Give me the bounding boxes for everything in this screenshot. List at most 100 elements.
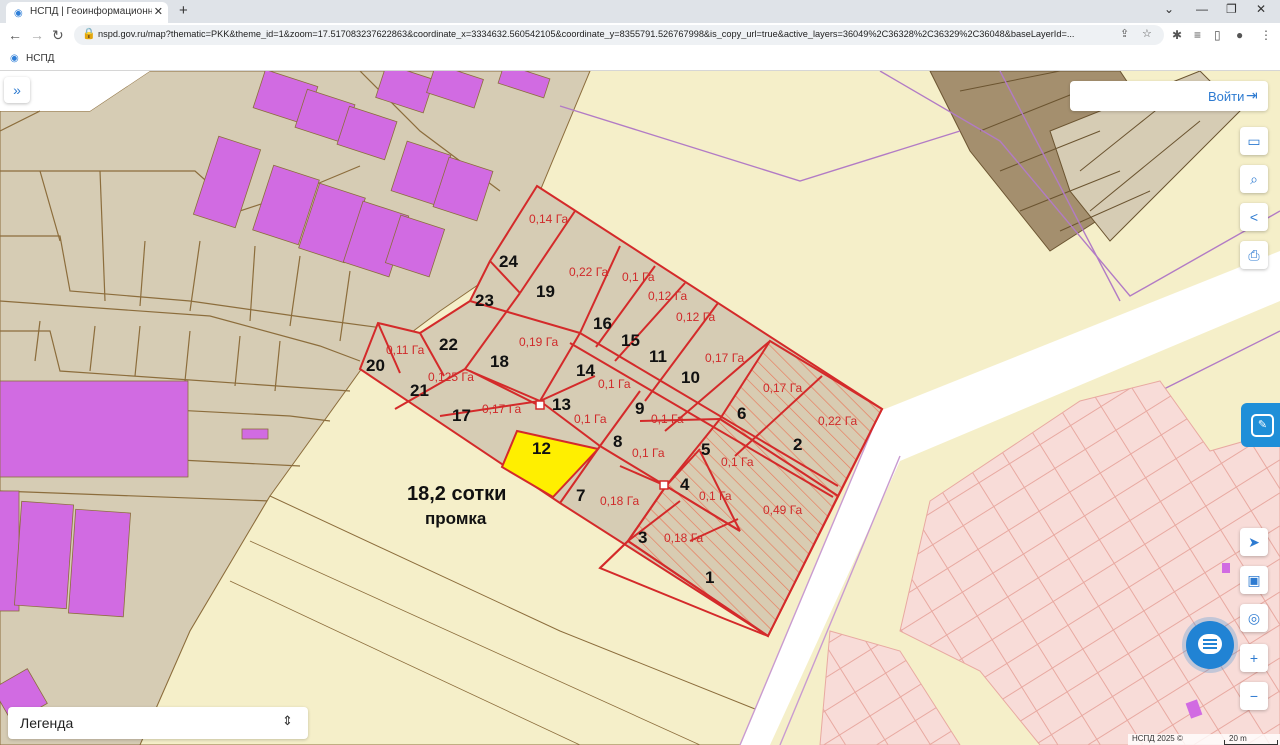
expand-panel-button[interactable]: »	[4, 77, 30, 103]
lot-subtitle: промка	[425, 509, 487, 528]
area-label-3: 0,18 Га	[664, 531, 704, 545]
scale-bar	[1224, 740, 1278, 745]
area-label-16: 0,1 Га	[622, 270, 655, 284]
browser-tabbar: ◉ НСПД | Геоинформационный п ✕ + ⌄ — ❐ ✕	[0, 0, 1280, 23]
parcel-label-13: 13	[552, 395, 571, 414]
parcel-label-10: 10	[681, 368, 700, 387]
close-window-icon[interactable]: ✕	[1256, 2, 1266, 16]
extensions-icon[interactable]: ✱	[1172, 28, 1182, 42]
parcel-label-6: 6	[737, 404, 746, 423]
attribution-text: НСПД 2025 ©	[1132, 734, 1183, 743]
share-page-icon[interactable]: ⇪	[1120, 27, 1129, 40]
parcel-label-18: 18	[490, 352, 509, 371]
area-label-5: 0,1 Га	[721, 455, 754, 469]
bookmark-nspd[interactable]: НСПД	[26, 53, 54, 64]
parcel-label-16: 16	[593, 314, 612, 333]
tab-close-icon[interactable]: ✕	[154, 5, 163, 18]
parcel-label-24: 24	[499, 252, 518, 271]
double-chevron-right-icon: »	[13, 82, 21, 98]
lot-title: 18,2 сотки	[407, 483, 506, 505]
legend-label: Легенда	[20, 715, 74, 731]
area-label-19: 0,22 Га	[569, 265, 609, 279]
zoom-in-button[interactable]: +	[1240, 644, 1268, 672]
side-panel-icon[interactable]: ▯	[1214, 28, 1221, 42]
area-label-8: 0,1 Га	[632, 446, 665, 460]
search-area-button[interactable]: ⌕	[1240, 165, 1268, 193]
parcel-label-7: 7	[576, 486, 585, 505]
bookmarks-bar: ◉ НСПД	[0, 48, 1280, 71]
area-label-6: 0,17 Га	[763, 381, 803, 395]
parcel-label-12: 12	[532, 439, 551, 458]
parcel-label-22: 22	[439, 335, 458, 354]
map-svg: 1 2 3 4 5 6 7 8 9 10 11 12 13 14 15 16 1…	[0, 71, 1280, 745]
ruler-button[interactable]: ▭	[1240, 127, 1268, 155]
print-icon: ⎙	[1248, 247, 1260, 263]
feedback-icon: ✎	[1251, 414, 1274, 437]
browser-tab[interactable]: ◉ НСПД | Геоинформационный п ✕	[6, 2, 168, 23]
parcel-label-21: 21	[410, 381, 429, 400]
area-label-4: 0,1 Га	[699, 489, 732, 503]
nspd-bookmark-icon: ◉	[10, 53, 19, 64]
area-label-9: 0,1 Га	[651, 412, 684, 426]
map-attribution: НСПД 2025 © 20 m	[1128, 734, 1280, 745]
bookmark-star-icon[interactable]: ☆	[1142, 27, 1152, 40]
minus-icon: −	[1249, 688, 1259, 704]
parcel-label-11: 11	[649, 347, 667, 366]
parcel-label-2: 2	[793, 435, 802, 454]
parcel-label-20: 20	[366, 356, 385, 375]
marker-node	[535, 400, 545, 410]
sign-in-icon: ⇥	[1246, 87, 1258, 103]
login-label: Войти	[1208, 89, 1245, 104]
layers-icon: ▣	[1247, 572, 1261, 588]
lock-icon: 🔒	[82, 28, 96, 40]
parcel-label-23: 23	[475, 291, 494, 310]
area-label-13: 0,1 Га	[574, 412, 607, 426]
restore-icon[interactable]: ❐	[1226, 2, 1237, 16]
area-label-14: 0,1 Га	[598, 377, 631, 391]
area-label-11: 0,12 Га	[676, 310, 716, 324]
chat-button[interactable]	[1186, 621, 1234, 669]
marker-node-2	[659, 480, 669, 490]
back-icon[interactable]: ←	[8, 27, 22, 43]
area-label-20: 0,11 Га	[386, 343, 425, 357]
feedback-tab[interactable]: ✎	[1241, 403, 1280, 447]
legend-dropdown[interactable]: Легенда ⇕	[8, 707, 308, 739]
ruler-icon: ▭	[1247, 133, 1261, 149]
print-button[interactable]: ⎙	[1240, 241, 1268, 269]
minimize-icon[interactable]: —	[1196, 2, 1208, 16]
map-canvas[interactable]: 1 2 3 4 5 6 7 8 9 10 11 12 13 14 15 16 1…	[0, 71, 1280, 745]
parcel-label-1: 1	[705, 568, 714, 587]
browser-toolbar: ← → ↻ 🔒 nspd.gov.ru/map?thematic=PKK&the…	[0, 23, 1280, 48]
plus-icon: +	[1249, 650, 1259, 666]
geolocation-icon: ◎	[1247, 610, 1261, 626]
geolocation-button[interactable]: ◎	[1240, 604, 1268, 632]
area-label-7: 0,18 Га	[600, 494, 640, 508]
more-menu-icon[interactable]: ⋮	[1260, 28, 1272, 42]
zoom-out-button[interactable]: −	[1240, 682, 1268, 710]
chevron-down-icon[interactable]: ⌄	[1164, 2, 1174, 16]
new-tab-button[interactable]: +	[179, 2, 188, 19]
address-bar[interactable]: 🔒 nspd.gov.ru/map?thematic=PKK&theme_id=…	[74, 25, 1164, 45]
layers-button[interactable]: ▣	[1240, 566, 1268, 594]
navigation-arrow-icon: ➤	[1248, 534, 1260, 550]
reload-icon[interactable]: ↻	[52, 27, 64, 44]
chat-lines	[1203, 639, 1217, 641]
area-label-24: 0,14 Га	[529, 212, 569, 226]
share-button[interactable]: <	[1240, 203, 1268, 231]
search-area-icon: ⌕	[1250, 171, 1258, 187]
locate-button[interactable]: ➤	[1240, 528, 1268, 556]
area-label-10: 0,17 Га	[705, 351, 745, 365]
area-label-1: 0,49 Га	[763, 503, 803, 517]
chat-icon	[1198, 634, 1222, 654]
parcel-label-3: 3	[638, 528, 647, 547]
parcel-label-8: 8	[613, 432, 622, 451]
profile-icon[interactable]: ●	[1236, 28, 1243, 42]
parcel-label-14: 14	[576, 361, 595, 380]
parcel-label-9: 9	[635, 399, 644, 418]
forward-icon[interactable]: →	[30, 27, 44, 43]
url-text: nspd.gov.ru/map?thematic=PKK&theme_id=1&…	[98, 29, 1075, 39]
area-label-2: 0,22 Га	[818, 414, 858, 428]
login-button[interactable]: Войти ⇥	[1070, 81, 1268, 111]
reading-list-icon[interactable]: ≡	[1194, 28, 1201, 42]
share-icon: <	[1249, 209, 1259, 225]
